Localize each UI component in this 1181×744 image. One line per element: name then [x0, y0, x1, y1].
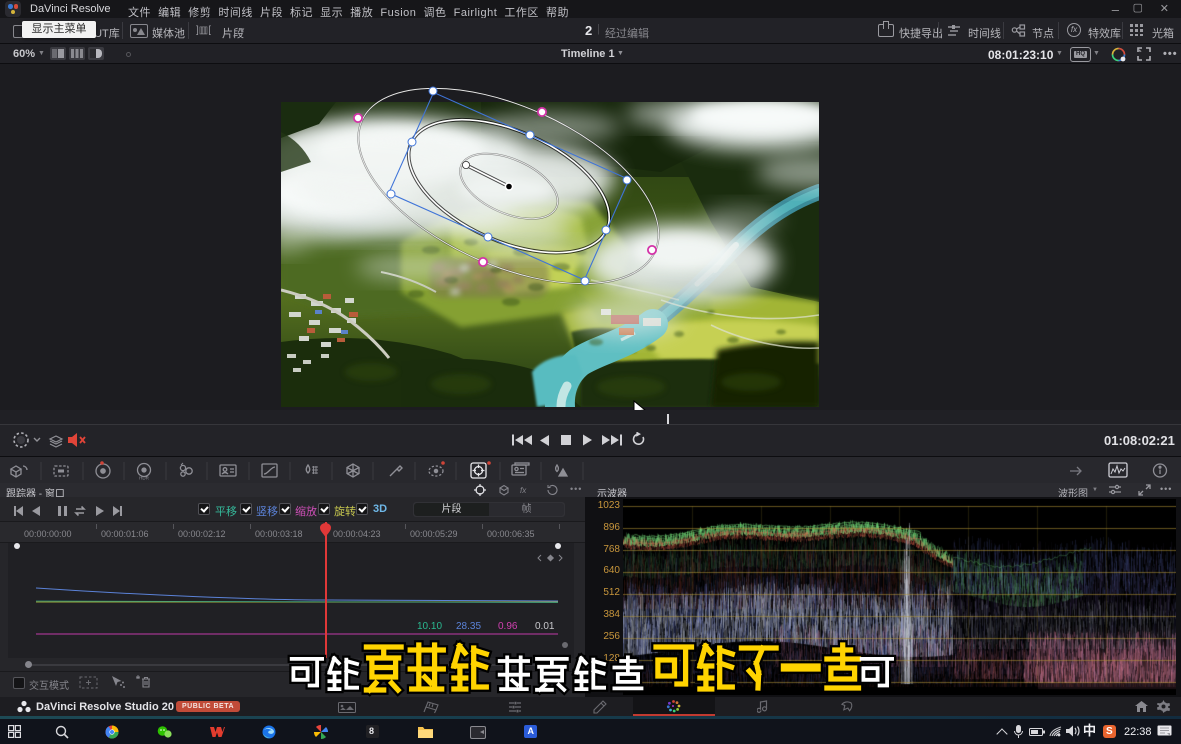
svg-text:28.35: 28.35 — [456, 621, 481, 632]
svg-text:fx: fx — [520, 486, 527, 495]
svg-text:10.10: 10.10 — [417, 621, 442, 632]
svg-text:0.96: 0.96 — [498, 621, 518, 632]
svg-text:HDR: HDR — [139, 476, 149, 481]
svg-text:•••: ••• — [570, 484, 582, 494]
svg-text:0.01: 0.01 — [535, 621, 555, 632]
